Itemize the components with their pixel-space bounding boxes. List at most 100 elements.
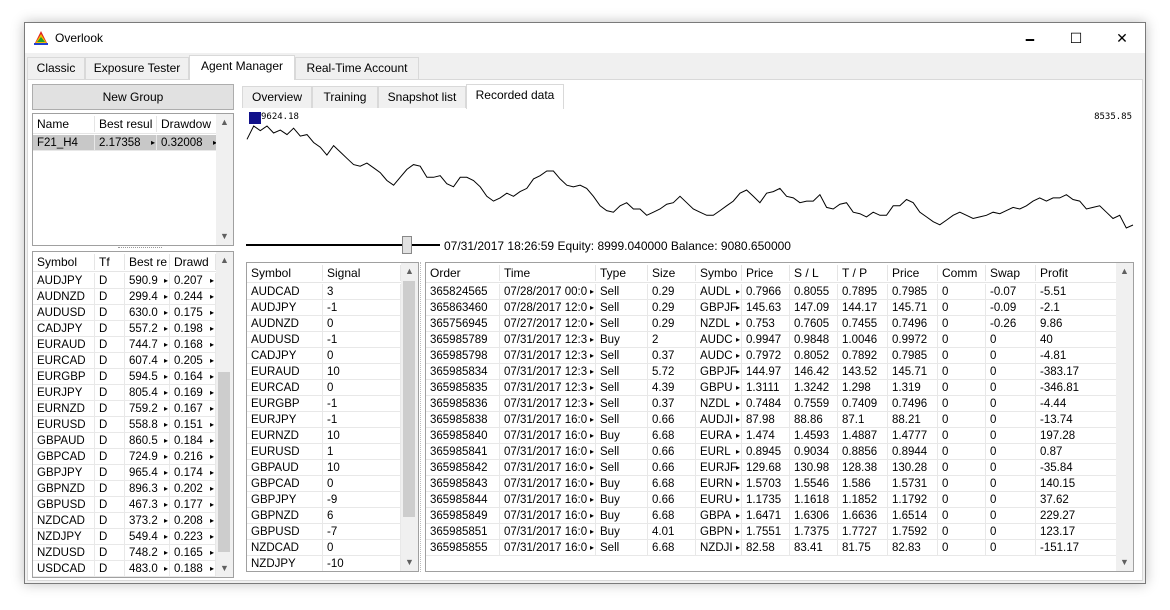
table-row[interactable]: 365824565 07/28/2017 00:0 ▸ Sell 0.29 AUDL ▸ 0.… bbox=[426, 284, 1118, 300]
table-row[interactable]: NZDJPY D 549.4 ▸ 0.223 ▸ bbox=[33, 529, 216, 545]
column-header[interactable]: S / L bbox=[790, 266, 838, 280]
column-header[interactable]: Symbol bbox=[247, 266, 323, 280]
tab-training[interactable]: Training bbox=[312, 86, 378, 108]
table-row[interactable]: GBPNZD D 896.3 ▸ 0.202 ▸ bbox=[33, 481, 216, 497]
column-header[interactable]: T / P bbox=[838, 266, 888, 280]
scroll-down-icon[interactable]: ▼ bbox=[1116, 554, 1133, 571]
table-row[interactable]: GBPCAD D 724.9 ▸ 0.216 ▸ bbox=[33, 449, 216, 465]
table-row[interactable]: AUDCAD 3 bbox=[247, 284, 401, 300]
scrollbar-thumb[interactable] bbox=[403, 281, 415, 517]
table-row[interactable]: GBPJPY -9 bbox=[247, 492, 401, 508]
table-row[interactable]: AUDJPY -1 bbox=[247, 300, 401, 316]
table-row[interactable]: NZDJPY -10 bbox=[247, 556, 401, 571]
tab-recorded-data[interactable]: Recorded data bbox=[466, 84, 564, 109]
table-row[interactable]: AUDJPY D 590.9 ▸ 0.207 ▸ bbox=[33, 273, 216, 289]
column-header[interactable]: Type bbox=[596, 266, 648, 280]
vertical-scrollbar[interactable]: ▲ ▼ bbox=[216, 114, 233, 245]
tab-agent-manager[interactable]: Agent Manager bbox=[189, 55, 295, 80]
table-row[interactable]: AUDUSD -1 bbox=[247, 332, 401, 348]
table-row[interactable]: EURGBP D 594.5 ▸ 0.164 ▸ bbox=[33, 369, 216, 385]
scroll-up-icon[interactable]: ▲ bbox=[216, 252, 233, 269]
table-row[interactable]: EURNZD D 759.2 ▸ 0.167 ▸ bbox=[33, 401, 216, 417]
table-row[interactable]: AUDNZD D 299.4 ▸ 0.244 ▸ bbox=[33, 289, 216, 305]
column-header[interactable]: Symbo bbox=[696, 266, 742, 280]
table-row[interactable]: EURAUD 10 bbox=[247, 364, 401, 380]
column-header[interactable]: Comm bbox=[938, 266, 986, 280]
scrollbar-thumb[interactable] bbox=[218, 372, 230, 552]
tab-classic[interactable]: Classic bbox=[27, 57, 85, 79]
column-header[interactable]: Signal bbox=[323, 266, 401, 280]
table-row[interactable]: EURGBP -1 bbox=[247, 396, 401, 412]
splitter-handle[interactable] bbox=[118, 247, 162, 249]
column-header[interactable]: Best re bbox=[125, 255, 170, 269]
vertical-scrollbar[interactable]: ▲ ▼ bbox=[216, 252, 233, 577]
column-header[interactable]: Tf bbox=[95, 255, 125, 269]
table-row[interactable]: GBPJPY D 965.4 ▸ 0.174 ▸ bbox=[33, 465, 216, 481]
column-header[interactable]: Price bbox=[742, 266, 790, 280]
scroll-down-icon[interactable]: ▼ bbox=[216, 560, 233, 577]
scroll-up-icon[interactable]: ▲ bbox=[401, 263, 418, 280]
column-header[interactable]: Profit bbox=[1036, 266, 1118, 280]
scroll-down-icon[interactable]: ▼ bbox=[401, 554, 418, 571]
table-row[interactable]: 365985789 07/31/2017 12:3 ▸ Buy 2 AUDC ▸ 0.9947… bbox=[426, 332, 1118, 348]
column-header[interactable]: Symbol bbox=[33, 255, 95, 269]
vertical-scrollbar[interactable]: ▲ ▼ bbox=[401, 263, 418, 571]
table-row[interactable]: 365985849 07/31/2017 16:0 ▸ Buy 6.68 GBPA ▸ 1.6… bbox=[426, 508, 1118, 524]
slider-thumb[interactable] bbox=[402, 236, 412, 254]
table-row[interactable]: 365985835 07/31/2017 12:3 ▸ Sell 4.39 GBPU ▸ 1.… bbox=[426, 380, 1118, 396]
table-row[interactable]: 365985834 07/31/2017 12:3 ▸ Sell 5.72 GBPJF ▸ 1… bbox=[426, 364, 1118, 380]
minimize-button[interactable]: 🗕 bbox=[1007, 23, 1053, 53]
close-button[interactable]: ✕ bbox=[1099, 23, 1145, 53]
splitter-handle[interactable] bbox=[420, 262, 423, 572]
table-row[interactable]: 365985851 07/31/2017 16:0 ▸ Buy 4.01 GBPN ▸ 1.7… bbox=[426, 524, 1118, 540]
column-header[interactable]: Drawdow bbox=[157, 117, 219, 131]
tab-overview[interactable]: Overview bbox=[242, 86, 312, 108]
tab-snapshot-list[interactable]: Snapshot list bbox=[378, 86, 466, 108]
table-row[interactable]: EURUSD D 558.8 ▸ 0.151 ▸ bbox=[33, 417, 216, 433]
column-header[interactable]: Size bbox=[648, 266, 696, 280]
table-row[interactable]: 365985798 07/31/2017 12:3 ▸ Sell 0.37 AUDC ▸ 0.… bbox=[426, 348, 1118, 364]
table-row[interactable]: GBPAUD 10 bbox=[247, 460, 401, 476]
table-row[interactable]: USDCAD D 483.0 ▸ 0.188 ▸ bbox=[33, 561, 216, 577]
table-row[interactable]: 365985841 07/31/2017 16:0 ▸ Sell 0.66 EURL ▸ 0.… bbox=[426, 444, 1118, 460]
table-row[interactable]: EURJPY D 805.4 ▸ 0.169 ▸ bbox=[33, 385, 216, 401]
table-row[interactable]: EURCAD D 607.4 ▸ 0.205 ▸ bbox=[33, 353, 216, 369]
vertical-scrollbar[interactable]: ▲ ▼ bbox=[1116, 263, 1133, 571]
table-row[interactable]: GBPUSD -7 bbox=[247, 524, 401, 540]
table-row[interactable]: GBPUSD D 467.3 ▸ 0.177 ▸ bbox=[33, 497, 216, 513]
table-row[interactable]: AUDNZD 0 bbox=[247, 316, 401, 332]
scroll-down-icon[interactable]: ▼ bbox=[216, 228, 233, 245]
table-row[interactable]: CADJPY 0 bbox=[247, 348, 401, 364]
table-row[interactable]: 365985842 07/31/2017 16:0 ▸ Sell 0.66 EURJF ▸ 1… bbox=[426, 460, 1118, 476]
column-header[interactable]: Best resul bbox=[95, 117, 157, 131]
column-header[interactable]: Time bbox=[500, 266, 596, 280]
table-row[interactable]: EURCAD 0 bbox=[247, 380, 401, 396]
table-row[interactable]: 365985855 07/31/2017 16:0 ▸ Sell 6.68 NZDJI ▸ 8… bbox=[426, 540, 1118, 556]
table-row[interactable]: AUDUSD D 630.0 ▸ 0.175 ▸ bbox=[33, 305, 216, 321]
table-row[interactable]: NZDCAD 0 bbox=[247, 540, 401, 556]
table-row[interactable]: EURNZD 10 bbox=[247, 428, 401, 444]
table-row[interactable]: GBPNZD 6 bbox=[247, 508, 401, 524]
column-header[interactable]: Order bbox=[426, 266, 500, 280]
table-row[interactable]: 365863460 07/28/2017 12:0 ▸ Sell 0.29 GBPJF ▸ 1… bbox=[426, 300, 1118, 316]
table-row[interactable]: 365756945 07/27/2017 12:0 ▸ Sell 0.29 NZDL ▸ 0.… bbox=[426, 316, 1118, 332]
table-row[interactable]: NZDCAD D 373.2 ▸ 0.208 ▸ bbox=[33, 513, 216, 529]
table-row[interactable]: 365985843 07/31/2017 16:0 ▸ Buy 6.68 EURN ▸ 1.5… bbox=[426, 476, 1118, 492]
scroll-up-icon[interactable]: ▲ bbox=[216, 114, 233, 131]
table-row[interactable]: GBPAUD D 860.5 ▸ 0.184 ▸ bbox=[33, 433, 216, 449]
new-group-button[interactable]: New Group bbox=[32, 84, 234, 110]
column-header[interactable]: Swap bbox=[986, 266, 1036, 280]
tab-real-time-account[interactable]: Real-Time Account bbox=[295, 57, 419, 79]
table-row[interactable]: 365985836 07/31/2017 12:3 ▸ Sell 0.37 NZDL ▸ 0.… bbox=[426, 396, 1118, 412]
column-header[interactable]: Price bbox=[888, 266, 938, 280]
table-row[interactable]: F21_H4 2.17358 ▸ 0.32008 ▸ bbox=[33, 135, 219, 151]
table-row[interactable]: EURUSD 1 bbox=[247, 444, 401, 460]
maximize-button[interactable]: ☐ bbox=[1053, 23, 1099, 53]
table-row[interactable]: EURJPY -1 bbox=[247, 412, 401, 428]
table-row[interactable]: 365985840 07/31/2017 16:0 ▸ Buy 6.68 EURA ▸ 1.4… bbox=[426, 428, 1118, 444]
column-header[interactable]: Drawd bbox=[170, 255, 216, 269]
table-row[interactable]: GBPCAD 0 bbox=[247, 476, 401, 492]
table-row[interactable]: CADJPY D 557.2 ▸ 0.198 ▸ bbox=[33, 321, 216, 337]
scroll-up-icon[interactable]: ▲ bbox=[1116, 263, 1133, 280]
table-row[interactable]: 365985844 07/31/2017 16:0 ▸ Buy 0.66 EURU ▸ 1.1… bbox=[426, 492, 1118, 508]
